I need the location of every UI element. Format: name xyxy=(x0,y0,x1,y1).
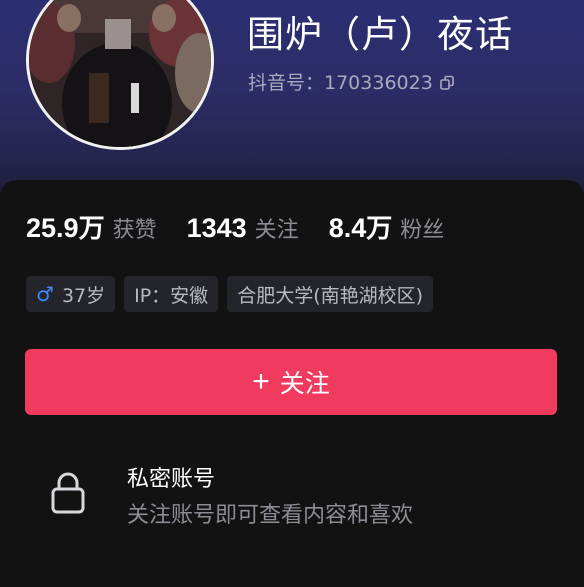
stat-followers-value: 8.4万 xyxy=(328,213,393,243)
follow-button-label: 关注 xyxy=(279,370,330,398)
stats-row: 25.9万 获赞 1343 关注 8.4万 粉丝 xyxy=(26,208,474,250)
private-account-description: 关注账号即可查看内容和喜欢 xyxy=(127,503,414,528)
stat-followers[interactable]: 8.4万 粉丝 xyxy=(329,208,445,245)
profile-nickname: 围炉（卢）夜话 xyxy=(247,13,513,56)
tag-age: 37岁 xyxy=(61,284,106,307)
male-icon: ♂ xyxy=(36,282,54,306)
stat-following-value: 1343 xyxy=(186,213,247,243)
profile-screen: 围炉（卢）夜话 抖音号：170336023 25.9万 获赞 1343 关注 8… xyxy=(0,0,584,587)
copy-icon[interactable] xyxy=(439,75,455,91)
account-id: 抖音号：170336023 xyxy=(248,72,433,94)
stat-following-label: 关注 xyxy=(254,218,299,243)
private-account-notice: 私密账号 关注账号即可查看内容和喜欢 xyxy=(50,455,550,535)
lock-icon xyxy=(51,472,85,514)
stat-likes[interactable]: 25.9万 获赞 xyxy=(26,208,157,245)
stat-likes-value: 25.9万 xyxy=(26,213,105,243)
account-id-row: 抖音号：170336023 xyxy=(248,68,455,98)
stat-followers-label: 粉丝 xyxy=(400,218,445,243)
private-account-title: 私密账号 xyxy=(127,467,216,492)
tag-ip: IP：安徽 xyxy=(124,276,219,312)
stat-likes-label: 获赞 xyxy=(112,218,157,243)
plus-icon: + xyxy=(252,365,270,398)
tag-school[interactable]: 合肥大学(南艳湖校区) xyxy=(227,276,434,312)
tag-gender-age: ♂ 37岁 xyxy=(26,276,116,312)
profile-tags: ♂ 37岁 IP：安徽 合肥大学(南艳湖校区) xyxy=(26,276,434,312)
avatar-photo xyxy=(29,0,211,147)
stat-following[interactable]: 1343 关注 xyxy=(187,212,299,244)
follow-button[interactable]: + 关注 xyxy=(25,349,557,415)
